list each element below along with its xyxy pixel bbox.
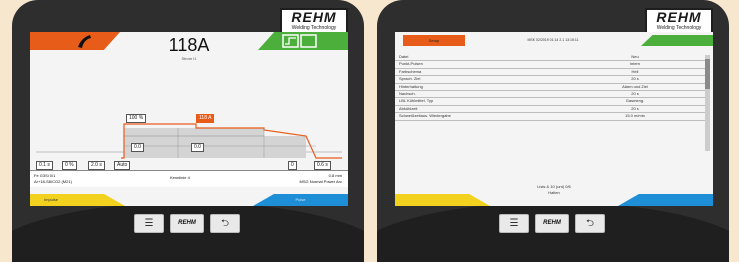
list-item[interactable]: Datei Neu bbox=[395, 54, 705, 62]
list-item[interactable]: Abkühlzeit 20 s bbox=[395, 105, 705, 114]
list-scrollbar[interactable] bbox=[705, 55, 710, 151]
setting-name: Nachsch. bbox=[399, 90, 416, 96]
param-box-1[interactable]: 0.1 s bbox=[36, 161, 53, 170]
scrollbar-thumb[interactable] bbox=[705, 59, 710, 89]
footer-blue-button[interactable]: Pulse bbox=[253, 194, 348, 206]
mid-value-box[interactable]: 0.0 bbox=[191, 143, 204, 152]
logo-sub-text: Welding Technology bbox=[291, 25, 337, 31]
list-item[interactable]: Schweißzeitaus. Wiedergabe 15.0 m/min bbox=[395, 113, 705, 121]
rehm-button[interactable]: REHM bbox=[170, 214, 204, 233]
list-item[interactable]: LBL Kühlmittel. Typ Gasmeng. bbox=[395, 98, 705, 106]
setting-value: 15.0 m/min bbox=[625, 113, 645, 119]
logo-sub-text: Welding Technology bbox=[656, 25, 702, 31]
setting-value: Hell bbox=[631, 68, 639, 74]
param-box-6[interactable]: 0.6 s bbox=[314, 161, 331, 170]
footer-yellow-button[interactable]: Impulse bbox=[30, 194, 125, 206]
rehm-button[interactable]: REHM bbox=[535, 214, 569, 233]
setting-value: 20 s bbox=[631, 76, 639, 82]
param-box-5[interactable]: 0 bbox=[288, 161, 297, 170]
setting-name: Hinterhaltung bbox=[399, 83, 423, 89]
setting-name: Farbschema bbox=[399, 68, 422, 74]
wire-type: Fe G3Si 0/1 bbox=[34, 173, 56, 178]
setting-name: LBL Kühlmittel. Typ bbox=[399, 98, 434, 104]
list-item[interactable]: Farbschema Hell bbox=[395, 68, 705, 77]
current-label: Strom I1 bbox=[181, 56, 197, 61]
right-screen: Setup MSK 02/2019 01:14 2.1 13:15:11 Dat… bbox=[395, 32, 713, 206]
list-item[interactable]: Sprach. Ziel 20 s bbox=[395, 76, 705, 84]
setting-name: Abkühlzeit bbox=[399, 105, 418, 111]
setting-name: Schweißzeitaus. Wiedergabe bbox=[399, 113, 451, 119]
percent-box[interactable]: 100 % bbox=[126, 114, 147, 123]
param-box-4[interactable]: Auto bbox=[114, 161, 131, 170]
setting-value: 20 s bbox=[631, 105, 639, 111]
list-item[interactable]: Nachsch. 20 s bbox=[395, 90, 705, 99]
current-value: 118A bbox=[168, 35, 210, 55]
gas-type: Ar+18-S8/CO2 (M21) bbox=[34, 179, 72, 184]
welding-graph: 100 % 118 A 0.0 0.0 bbox=[36, 94, 342, 166]
graph-lines bbox=[36, 95, 342, 165]
setting-value: 20 s bbox=[631, 90, 639, 96]
list-item[interactable]: Hinterhaltung Alarm und Ziel bbox=[395, 84, 705, 91]
param-box-3[interactable]: 2.0 s bbox=[88, 161, 105, 170]
current-setpoint-box[interactable]: 118 A bbox=[196, 114, 215, 123]
setting-value: Neu bbox=[631, 54, 639, 59]
device-left: REHM Welding Technology 118A Strom I1 10… bbox=[12, 0, 364, 262]
header-green-tab[interactable] bbox=[641, 35, 713, 46]
setting-value: Gasmeng. bbox=[625, 98, 645, 104]
back-button[interactable]: ⮌ bbox=[575, 214, 605, 233]
wire-diameter: 0.8 mm bbox=[328, 173, 342, 178]
param-box-2[interactable]: 0 % bbox=[62, 161, 77, 170]
logo-main-text: REHM bbox=[291, 9, 337, 25]
status-bar: 0.1 s 0 % 2.0 s Auto 0 0.6 s Fe G3Si 0/1… bbox=[30, 161, 348, 187]
menu-button[interactable]: ☰ bbox=[499, 214, 529, 233]
list-item[interactable]: Punkt-Pulsen Intern bbox=[395, 61, 705, 69]
process-mode: MSG Normal Power Arc bbox=[299, 179, 342, 184]
logo-main-text: REHM bbox=[656, 9, 702, 25]
back-button[interactable]: ⮌ bbox=[210, 214, 240, 233]
setting-name: Datei bbox=[399, 54, 409, 59]
tab-setup[interactable]: Setup bbox=[403, 35, 465, 46]
characteristic-curve: Kennlinie 4 bbox=[170, 175, 190, 180]
setting-value: Intern bbox=[629, 61, 641, 67]
menu-button[interactable]: ☰ bbox=[134, 214, 164, 233]
setting-value: Alarm und Ziel bbox=[622, 83, 648, 89]
screen-title: MSK 02/2019 01:14 2.1 13:15:11 bbox=[527, 38, 579, 42]
start-value-box[interactable]: 0.0 bbox=[131, 143, 144, 152]
setting-name: Sprach. Ziel bbox=[399, 76, 421, 82]
settings-list: Datei Neu Punkt-Pulsen Intern Farbschema He… bbox=[395, 54, 705, 121]
setting-name: Punkt-Pulsen bbox=[399, 61, 423, 67]
device-right: REHM Welding Technology Setup MSK 02/201… bbox=[377, 0, 729, 262]
left-screen: 118A Strom I1 100 % 118 A 0.0 0.0 0.1 s … bbox=[30, 32, 348, 206]
